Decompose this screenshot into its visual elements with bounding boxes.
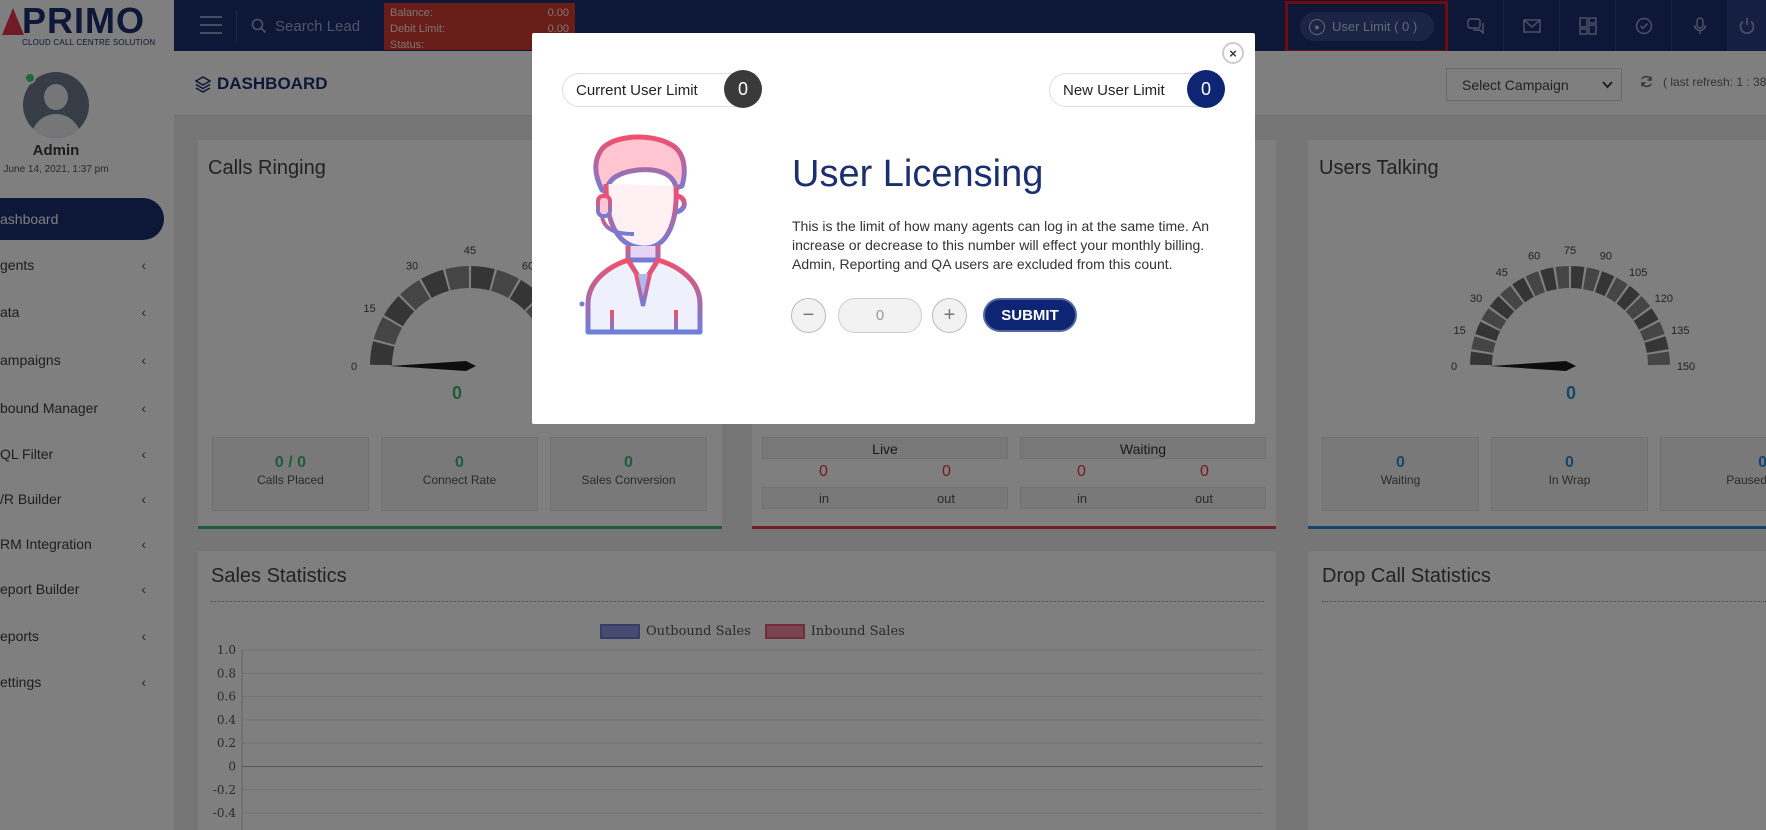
new-user-limit-badge: 0 bbox=[1187, 70, 1225, 108]
current-user-limit-label: Current User Limit bbox=[576, 81, 698, 99]
decrease-button[interactable]: − bbox=[791, 298, 826, 333]
current-user-limit-value: 0 bbox=[737, 78, 748, 99]
minus-icon: − bbox=[802, 304, 815, 326]
user-limit-input[interactable]: 0 bbox=[838, 298, 922, 333]
agent-headset-illustration bbox=[578, 134, 713, 335]
user-licensing-description: This is the limit of how many agents can… bbox=[792, 218, 1210, 272]
submit-button[interactable]: SUBMIT bbox=[983, 298, 1077, 332]
increase-button[interactable]: + bbox=[932, 298, 967, 333]
current-user-limit-badge: 0 bbox=[724, 70, 762, 108]
close-icon[interactable]: × bbox=[1222, 42, 1244, 64]
app-root: PRIMO CLOUD CALL CENTRE SOLUTION Search … bbox=[0, 0, 1766, 830]
plus-icon: + bbox=[943, 304, 956, 326]
user-licensing-title: User Licensing bbox=[792, 153, 1044, 195]
new-user-limit-value: 0 bbox=[1200, 78, 1211, 99]
new-user-limit-label: New User Limit bbox=[1063, 81, 1165, 99]
